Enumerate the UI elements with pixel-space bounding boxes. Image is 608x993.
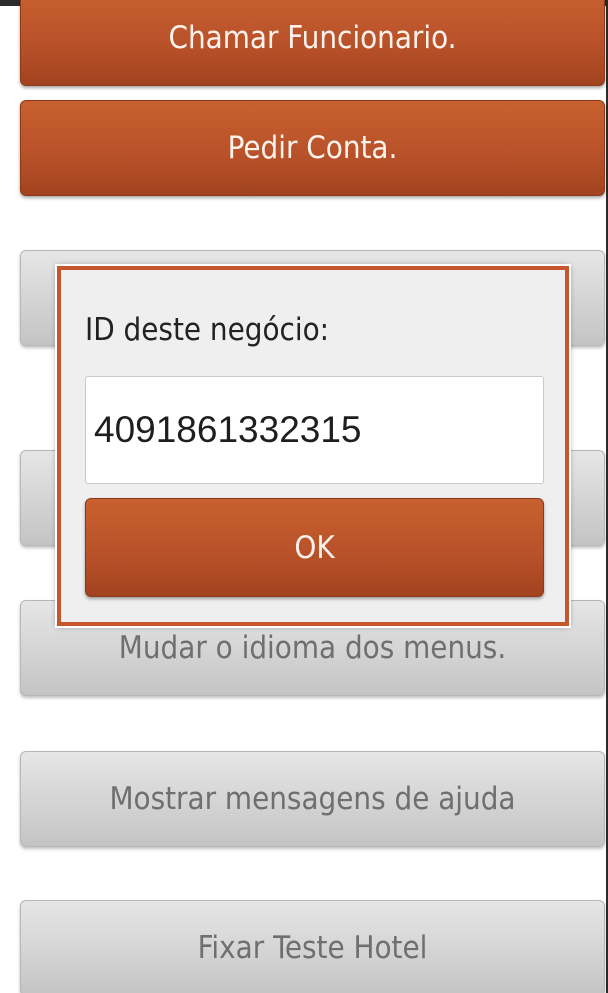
dialog-title: ID deste negócio: [85, 312, 330, 348]
business-id-dialog: ID deste negócio: OK [55, 264, 571, 628]
screen: Chamar Funcionario. Pedir Conta. Mudar o… [0, 0, 608, 993]
show-help-button[interactable]: Mostrar mensagens de ajuda [20, 751, 605, 847]
request-bill-button[interactable]: Pedir Conta. [20, 100, 605, 196]
set-test-hotel-button[interactable]: Fixar Teste Hotel [20, 900, 605, 993]
ok-button[interactable]: OK [85, 498, 544, 597]
call-staff-button[interactable]: Chamar Funcionario. [20, 0, 605, 86]
business-id-input[interactable] [85, 376, 544, 484]
